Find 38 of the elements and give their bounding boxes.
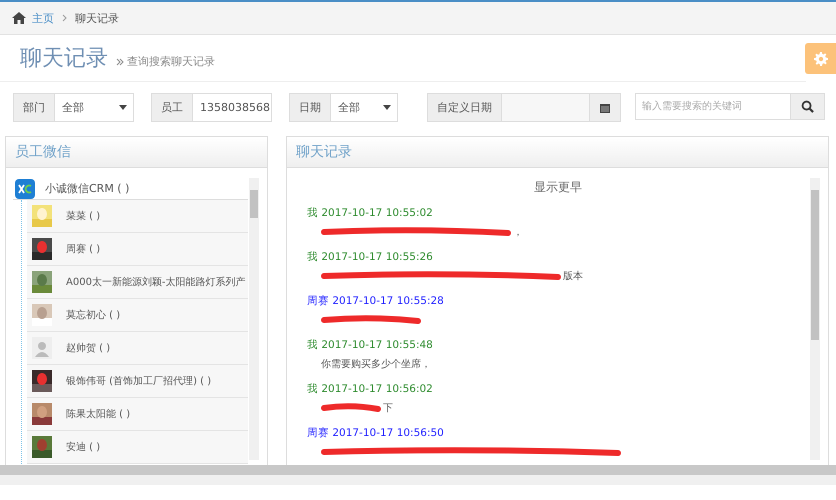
panel-title: 员工微信 (15, 143, 71, 161)
page-subtitle: 查询搜索聊天记录 (127, 54, 215, 68)
scrollbar[interactable] (249, 178, 259, 460)
breadcrumb-item: 聊天记录 (75, 10, 119, 26)
search-button[interactable] (791, 93, 825, 120)
message-text: 下 (383, 402, 393, 415)
panel-title: 聊天记录 (296, 143, 352, 161)
message-header: 我 2017-10-17 10:55:26 (307, 250, 434, 265)
message-header: 周赛 2017-10-17 10:56:50 (307, 426, 445, 441)
avatar-icon (32, 337, 52, 359)
load-earlier-link[interactable]: 显示更早 (534, 180, 582, 194)
double-chevron-icon (116, 58, 124, 66)
staff-item[interactable]: 安迪 ( ) (27, 431, 248, 464)
staff-item[interactable]: 莫忘初心 ( ) (27, 299, 248, 332)
message-text: 版本 (563, 270, 583, 283)
gear-icon (814, 52, 828, 66)
staff-item[interactable]: 菜菜 ( ) (27, 200, 248, 233)
home-icon (12, 12, 26, 24)
page-title: 聊天记录 (20, 45, 108, 73)
staff-item[interactable]: 银饰伟哥 (首饰加工厂招代理) ( ) (27, 365, 248, 398)
message-header: 我 2017-10-17 10:55:02 (307, 206, 434, 221)
app-logo-icon (15, 178, 35, 198)
message-text: 你需要购买多少个坐席， (321, 358, 431, 371)
staff-item[interactable]: 赵帅贺 ( ) (27, 332, 248, 365)
message-header: 我 2017-10-17 10:55:48 (307, 338, 434, 353)
chevron-icon (62, 14, 67, 22)
search-icon (801, 100, 814, 113)
scrollbar[interactable] (810, 178, 820, 460)
search-field[interactable]: 输入需要搜索的关键词 (635, 93, 791, 120)
staff-item[interactable]: 陈果太阳能 ( ) (27, 398, 248, 431)
settings-button[interactable] (805, 43, 836, 74)
staff-item[interactable]: A000太一新能源刘颖-太阳能路灯系列产 (27, 266, 248, 299)
staff-item[interactable]: 周赛 ( ) (27, 233, 248, 266)
message-header: 周赛 2017-10-17 10:55:28 (307, 294, 445, 309)
tree-group-label[interactable]: 小诚微信CRM ( ) (45, 181, 130, 196)
horizontal-scrollbar[interactable] (0, 465, 836, 485)
message-header: 我 2017-10-17 10:56:02 (307, 382, 434, 397)
message-text: ， (513, 226, 523, 239)
